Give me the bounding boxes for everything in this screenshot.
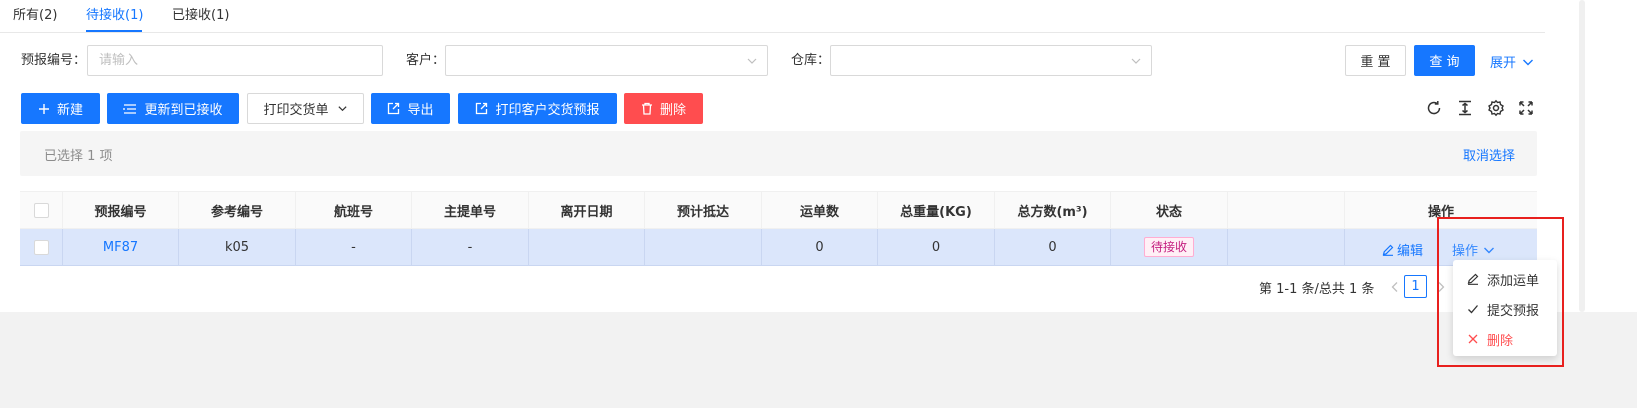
cell-ref-no: k05 [179, 229, 296, 265]
cancel-selection-link[interactable]: 取消选择 [1463, 145, 1515, 164]
forecast-no-input[interactable] [87, 45, 383, 76]
header-status: 状态 [1111, 192, 1228, 228]
selection-bar: 已选择 1 项 取消选择 [20, 131, 1537, 176]
page-1-button[interactable]: 1 [1404, 275, 1427, 298]
forecast-no-label: 预报编号： [21, 53, 87, 68]
annotation-highlight-box [1437, 217, 1564, 367]
warehouse-label: 仓库： [791, 53, 831, 68]
edit-label: 编辑 [1397, 244, 1424, 259]
search-button[interactable]: 查 询 [1414, 45, 1475, 76]
export-icon [388, 102, 400, 115]
edit-icon [1382, 244, 1394, 256]
table-row[interactable]: MF87 k05 - - 0 0 0 待接收 [20, 229, 1537, 266]
header-total-weight: 总重量(KG) [878, 192, 995, 228]
new-button[interactable]: 新建 [21, 93, 100, 124]
plus-icon [38, 103, 49, 114]
row-select-cell [20, 229, 63, 265]
table-header: 预报编号 参考编号 航班号 主提单号 离开日期 预计抵达 运单数 总重量(KG)… [20, 191, 1537, 229]
print-customer-forecast-button[interactable]: 打印客户交货预报 [458, 93, 617, 124]
edit-button[interactable]: 编辑 [1382, 240, 1423, 259]
cell-spacer [1228, 229, 1345, 265]
print-delivery-label: 打印交货单 [263, 103, 329, 118]
header-total-volume: 总方数(m³) [995, 192, 1111, 228]
trash-icon [641, 102, 652, 115]
column-height-icon[interactable] [1456, 99, 1474, 117]
cell-total-weight: 0 [878, 229, 995, 265]
selection-count-text: 已选择 1 项 [44, 149, 113, 164]
select-all-checkbox[interactable] [33, 202, 49, 218]
print-delivery-dropdown[interactable]: 打印交货单 [247, 93, 364, 124]
tab-received[interactable]: 已接收(1) [172, 7, 229, 25]
fullscreen-icon[interactable] [1517, 99, 1535, 117]
status-badge: 待接收 [1143, 237, 1194, 257]
header-flight-no: 航班号 [296, 192, 412, 228]
delete-label: 删除 [659, 103, 686, 118]
export-button[interactable]: 导出 [371, 93, 450, 124]
status-tabs: 所有(2) 待接收(1) 已接收(1) [0, 0, 1545, 33]
row-checkbox[interactable] [33, 239, 49, 255]
active-tab-indicator [86, 30, 142, 32]
customer-label: 客户： [406, 53, 446, 68]
page-scrollbar[interactable] [1565, 0, 1637, 312]
tab-pending[interactable]: 待接收(1) [86, 7, 143, 25]
chevron-down-icon [1523, 59, 1534, 65]
cell-flight-no: - [296, 229, 412, 265]
header-forecast-no: 预报编号 [63, 192, 179, 228]
reset-button[interactable]: 重 置 [1345, 45, 1406, 76]
new-button-label: 新建 [56, 103, 83, 118]
header-spacer [1228, 192, 1345, 228]
header-depart-date: 离开日期 [529, 192, 645, 228]
gear-icon[interactable] [1487, 99, 1505, 117]
main-panel: 所有(2) 待接收(1) 已接收(1) 预报编号： 客户： 仓库： 重 置 查 … [0, 0, 1565, 312]
chevron-down-icon [747, 58, 757, 64]
export-icon [476, 102, 488, 115]
warehouse-select[interactable] [830, 45, 1152, 76]
cell-forecast-no: MF87 [63, 229, 179, 265]
header-mawb: 主提单号 [412, 192, 529, 228]
cell-waybill-count: 0 [762, 229, 878, 265]
refresh-icon[interactable] [1425, 99, 1443, 117]
pagination-total: 第 1-1 条/总共 1 条 [1259, 282, 1375, 297]
cell-status: 待接收 [1111, 229, 1228, 265]
tab-all[interactable]: 所有(2) [13, 7, 57, 25]
cell-depart-date [529, 229, 645, 265]
header-select-cell [20, 192, 63, 228]
expand-toggle[interactable]: 展开 [1490, 52, 1534, 71]
header-eta: 预计抵达 [645, 192, 762, 228]
delete-button[interactable]: 删除 [624, 93, 703, 124]
chevron-down-icon [1131, 58, 1141, 64]
customer-select[interactable] [445, 45, 768, 76]
list-icon [123, 103, 137, 114]
cell-mawb: - [412, 229, 529, 265]
chevron-left-icon[interactable] [1388, 280, 1402, 294]
expand-label: 展开 [1490, 56, 1517, 71]
update-to-received-button[interactable]: 更新到已接收 [107, 93, 239, 124]
header-ref-no: 参考编号 [179, 192, 296, 228]
print-customer-forecast-label: 打印客户交货预报 [495, 103, 600, 118]
scrollbar-track[interactable] [1579, 0, 1585, 312]
chevron-down-icon [337, 106, 347, 112]
header-waybill-count: 运单数 [762, 192, 878, 228]
cell-eta [645, 229, 762, 265]
forecast-no-link[interactable]: MF87 [103, 240, 138, 255]
update-to-received-label: 更新到已接收 [144, 103, 223, 118]
cell-total-volume: 0 [995, 229, 1111, 265]
export-label: 导出 [407, 103, 434, 118]
